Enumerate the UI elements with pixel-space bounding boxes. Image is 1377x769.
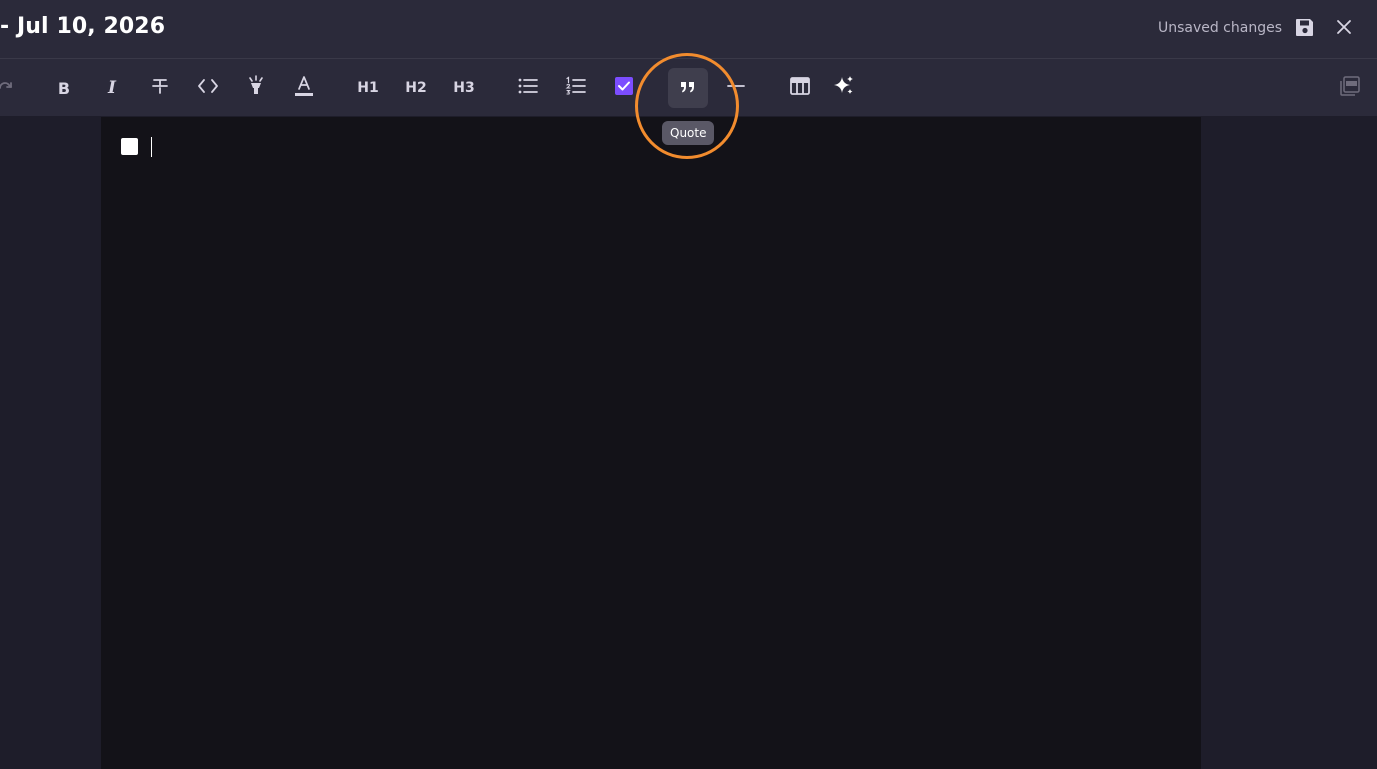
italic-button[interactable]: I	[92, 68, 132, 108]
bullet-list-icon	[517, 76, 539, 100]
checkbox-icon	[614, 76, 634, 100]
ordered-list-button[interactable]	[556, 68, 596, 108]
bold-icon: B	[57, 78, 71, 98]
formatting-toolbar: B I H1 H2 H3	[0, 58, 1377, 116]
sparkles-icon	[832, 74, 856, 102]
quote-icon	[680, 79, 696, 98]
task-list-button[interactable]	[604, 68, 644, 108]
italic-icon: I	[108, 78, 116, 98]
text-color-icon	[293, 74, 315, 102]
ordered-list-icon	[565, 76, 587, 100]
heading-3-button[interactable]: H3	[444, 68, 484, 108]
heading-1-button[interactable]: H1	[348, 68, 388, 108]
ai-assist-button[interactable]	[824, 68, 864, 108]
save-button[interactable]	[1290, 14, 1320, 44]
header-bar: - Jul 10, 2026 Unsaved changes	[0, 0, 1377, 58]
quote-tooltip: Quote	[662, 121, 715, 145]
pdf-icon	[1339, 75, 1361, 101]
strikethrough-icon	[150, 76, 170, 100]
horizontal-rule-icon	[726, 76, 746, 100]
close-icon	[1335, 18, 1353, 40]
redo-button[interactable]	[0, 68, 26, 108]
table-icon	[789, 76, 811, 100]
task-item-checkbox[interactable]	[121, 138, 138, 155]
heading-2-label: H2	[405, 80, 427, 96]
bullet-list-button[interactable]	[508, 68, 548, 108]
highlight-button[interactable]	[236, 68, 276, 108]
heading-1-label: H1	[357, 80, 379, 96]
redo-icon	[0, 77, 15, 99]
editor-window: - Jul 10, 2026 Unsaved changes B I H1 H2…	[0, 0, 1377, 769]
editor-content-area[interactable]	[101, 117, 1201, 769]
strikethrough-button[interactable]	[140, 68, 180, 108]
heading-2-button[interactable]: H2	[396, 68, 436, 108]
code-icon	[197, 78, 219, 98]
document-title[interactable]: - Jul 10, 2026	[0, 14, 165, 39]
text-cursor	[151, 137, 152, 157]
bold-button[interactable]: B	[44, 68, 84, 108]
horizontal-rule-button[interactable]	[716, 68, 756, 108]
heading-3-label: H3	[453, 80, 475, 96]
code-button[interactable]	[188, 68, 228, 108]
unsaved-changes-status: Unsaved changes	[1157, 20, 1282, 36]
text-color-button[interactable]	[284, 68, 324, 108]
export-pdf-button[interactable]	[1330, 68, 1370, 108]
floppy-disk-icon	[1294, 16, 1316, 42]
close-button[interactable]	[1329, 14, 1359, 44]
table-button[interactable]	[780, 68, 820, 108]
highlighter-icon	[246, 75, 266, 101]
quote-button[interactable]	[668, 68, 708, 108]
